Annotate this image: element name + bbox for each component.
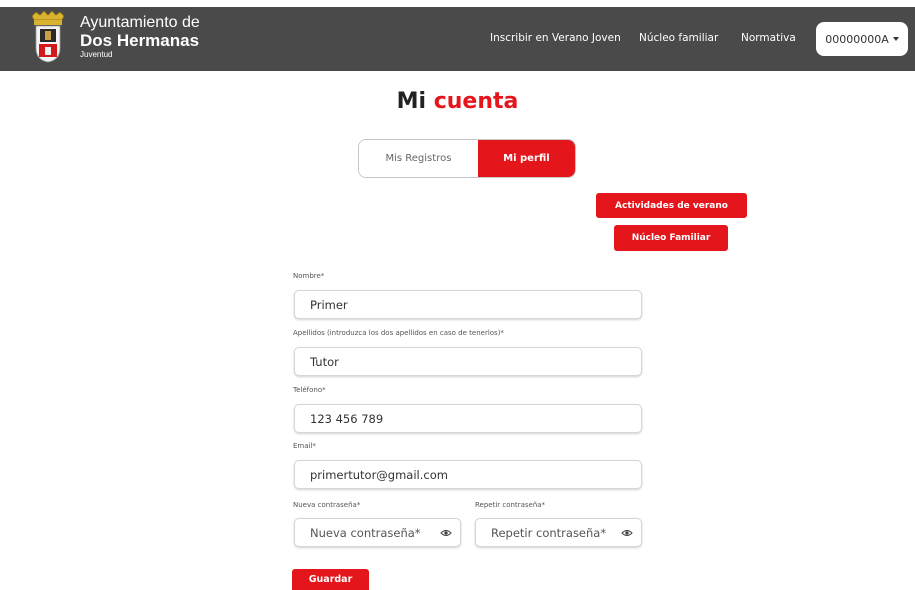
nav-inscribir-verano-joven[interactable]: Inscribir en Verano Joven — [490, 32, 621, 44]
nombre-label: Nombre* — [293, 272, 325, 280]
page-title-part2: cuenta — [433, 89, 519, 114]
brand[interactable]: Ayuntamiento de Dos Hermanas Juventud — [80, 14, 200, 60]
eye-icon[interactable] — [621, 528, 633, 538]
actividades-de-verano-button[interactable]: Actividades de verano — [596, 193, 747, 218]
nueva-contrasena-placeholder: Nueva contraseña* — [310, 525, 421, 540]
brand-line-2: Dos Hermanas — [80, 31, 200, 50]
repetir-contrasena-placeholder: Repetir contraseña* — [491, 525, 607, 540]
email-label: Email* — [293, 442, 316, 450]
apellidos-label: Apellidos (introduzca los dos apellidos … — [293, 329, 504, 337]
tab-mi-perfil[interactable]: Mi perfil — [477, 140, 575, 177]
user-account-dropdown[interactable]: 00000000A — [816, 22, 908, 56]
nucleo-familiar-button[interactable]: Núcleo Familiar — [614, 225, 728, 251]
header-area — [0, 0, 915, 7]
email-field[interactable]: primertutor@gmail.com — [294, 460, 642, 489]
account-tabs: Mis Registros Mi perfil — [358, 139, 576, 178]
eye-icon[interactable] — [440, 528, 452, 538]
nueva-contrasena-label: Nueva contraseña* — [293, 501, 361, 509]
page-title-part1: Mi — [396, 89, 427, 114]
page-title: Mi cuenta — [0, 89, 915, 114]
tab-mis-registros[interactable]: Mis Registros — [359, 140, 478, 177]
brand-line-3: Juventud — [80, 50, 113, 59]
repetir-contrasena-field[interactable]: Repetir contraseña* — [475, 518, 642, 547]
nombre-field[interactable]: Primer — [294, 290, 642, 319]
chevron-down-icon — [892, 37, 899, 41]
nueva-contrasena-field[interactable]: Nueva contraseña* — [294, 518, 461, 547]
guardar-button[interactable]: Guardar — [292, 569, 369, 590]
coat-of-arms-logo[interactable] — [28, 10, 68, 64]
user-id-label: 00000000A — [825, 32, 889, 46]
nav-normativa[interactable]: Normativa — [741, 32, 796, 44]
brand-line-1: Ayuntamiento de — [80, 14, 200, 31]
telefono-field[interactable]: 123 456 789 — [294, 404, 642, 433]
telefono-label: Teléfono* — [293, 386, 326, 394]
nav-nucleo-familiar[interactable]: Núcleo familiar — [639, 32, 718, 44]
repetir-contrasena-label: Repetir contraseña* — [475, 501, 546, 509]
apellidos-field[interactable]: Tutor — [294, 347, 642, 376]
